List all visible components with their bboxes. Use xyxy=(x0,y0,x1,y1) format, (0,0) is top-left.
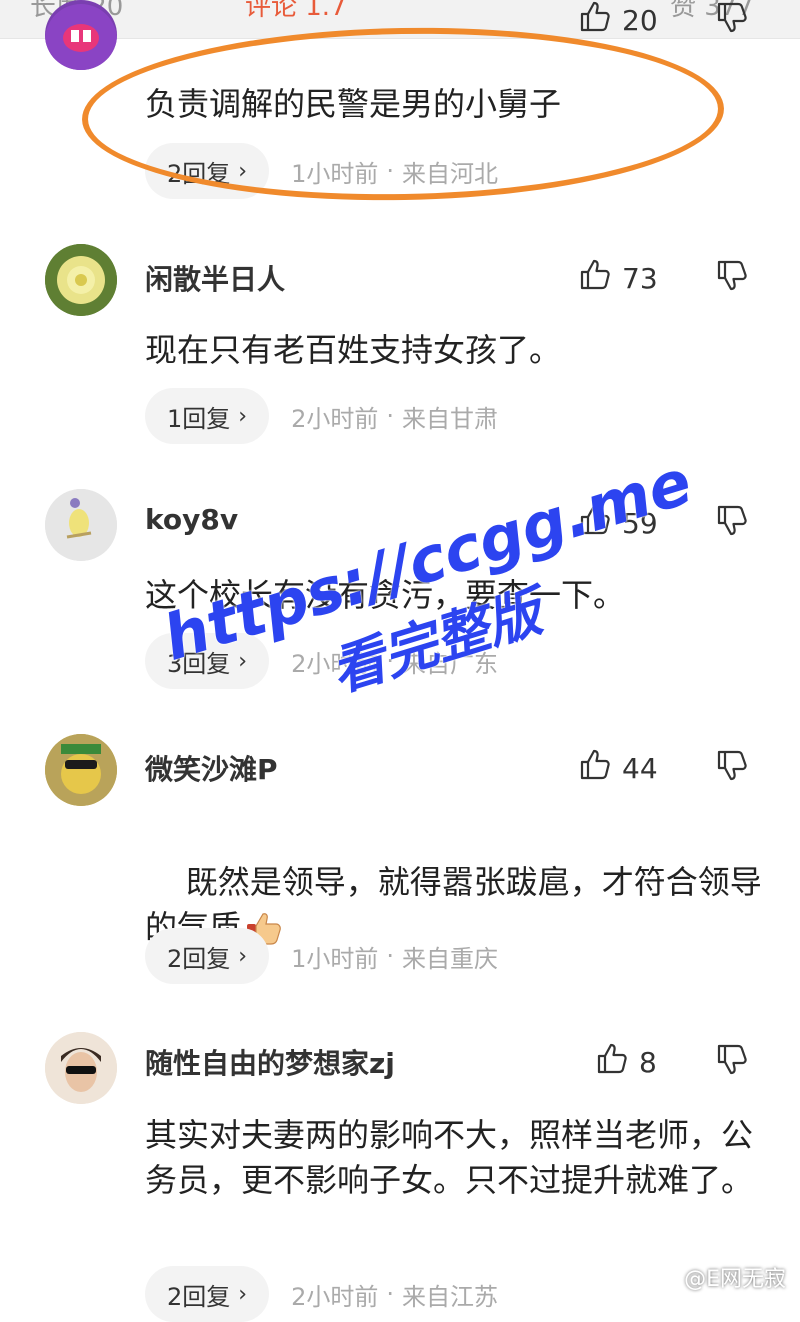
separator: · xyxy=(386,1280,395,1308)
comment-time: 2小时前 xyxy=(291,1282,379,1311)
thumbs-up-icon xyxy=(595,1042,629,1083)
separator: · xyxy=(386,402,395,430)
thumbs-up-icon xyxy=(578,748,612,789)
like-count: 73 xyxy=(622,262,658,295)
comment-time: 1小时前 xyxy=(291,944,379,973)
reply-button[interactable]: 2回复 › xyxy=(145,1266,270,1322)
thumbs-up-icon xyxy=(578,0,612,41)
avatar[interactable] xyxy=(45,489,117,561)
thumbs-up-icon xyxy=(578,258,612,299)
comment-meta: 1回复 › 2小时前 · 来自甘肃 xyxy=(145,388,498,444)
dislike-button[interactable] xyxy=(715,258,749,296)
chevron-right-icon: › xyxy=(238,403,248,429)
reply-label: 2回复 xyxy=(167,944,231,973)
avatar[interactable] xyxy=(45,0,117,70)
dislike-button[interactable] xyxy=(715,0,749,38)
dislike-button[interactable] xyxy=(715,503,749,541)
like-count: 20 xyxy=(622,4,658,37)
comment-location: 来自甘肃 xyxy=(402,404,499,433)
thumbs-down-icon xyxy=(715,1044,749,1080)
reply-button[interactable]: 2回复 › xyxy=(145,928,270,984)
dislike-button[interactable] xyxy=(715,1042,749,1080)
username[interactable]: 闲散半日人 xyxy=(145,258,285,298)
like-button[interactable]: 44 xyxy=(578,748,658,789)
comment-meta: 2回复 › 2小时前 · 来自江苏 xyxy=(145,1266,498,1322)
comment-location: 来自江苏 xyxy=(402,1282,499,1311)
like-button[interactable]: 8 xyxy=(595,1042,657,1083)
avatar[interactable] xyxy=(45,734,117,806)
thumbs-down-icon xyxy=(715,2,749,38)
comment-time: 2小时前 xyxy=(291,404,379,433)
reply-label: 2回复 xyxy=(167,1282,231,1311)
comment-location: 来自重庆 xyxy=(402,944,499,973)
thumbs-down-icon xyxy=(715,750,749,786)
separator: · xyxy=(386,942,395,970)
dislike-button[interactable] xyxy=(715,748,749,786)
thumbs-down-icon xyxy=(715,505,749,541)
like-button[interactable]: 73 xyxy=(578,258,658,299)
comment-text: 现在只有老百姓支持女孩了。 xyxy=(145,331,562,369)
username[interactable]: koy8v xyxy=(145,503,238,536)
avatar[interactable] xyxy=(45,244,117,316)
username[interactable]: 随性自由的梦想家zj xyxy=(145,1042,395,1082)
reply-button[interactable]: 1回复 › xyxy=(145,388,270,444)
reply-label: 1回复 xyxy=(167,404,231,433)
watermark: https://ccgg.me 看完整版 xyxy=(155,445,723,750)
avatar[interactable] xyxy=(45,1032,117,1104)
comment-text: 其实对夫妻两的影响不大，照样当老师，公务员，更不影响子女。只不过提升就难了。 xyxy=(145,1116,754,1199)
username[interactable]: 微笑沙滩P xyxy=(145,748,278,788)
like-button[interactable]: 20 xyxy=(578,0,658,41)
thumbs-down-icon xyxy=(715,260,749,296)
highlight-circle xyxy=(80,22,726,206)
source-credit: @E网无寂 xyxy=(684,1267,786,1292)
like-count: 8 xyxy=(639,1046,657,1079)
like-count: 44 xyxy=(622,752,658,785)
tab-comments[interactable]: 评论 1.7 xyxy=(245,0,347,23)
comment-meta: 2回复 › 1小时前 · 来自重庆 xyxy=(145,928,498,984)
chevron-right-icon: › xyxy=(238,943,248,969)
